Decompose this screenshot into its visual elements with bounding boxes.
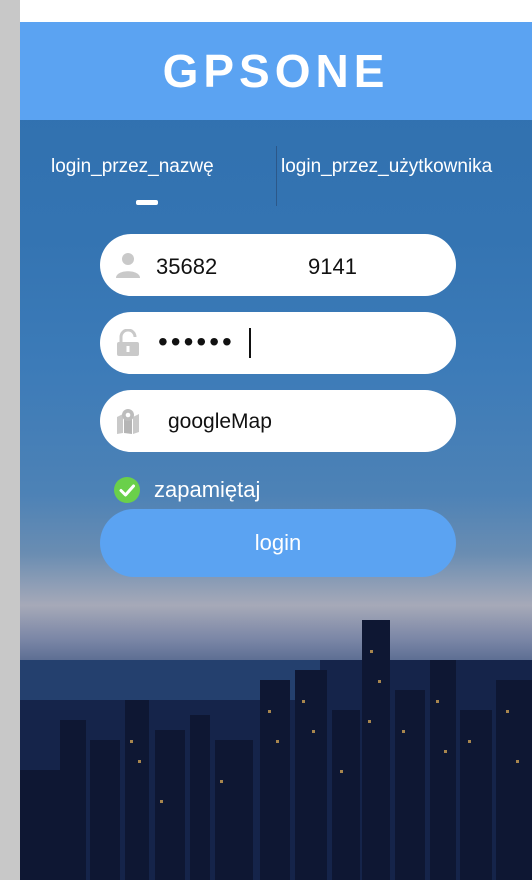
text-caret	[249, 328, 251, 358]
tab-login-by-name[interactable]: login_przez_nazwę	[51, 156, 214, 178]
frame-left	[0, 0, 20, 880]
frame-bottom	[0, 880, 532, 890]
remember-me[interactable]: zapamiętaj	[114, 474, 260, 506]
password-masked-value: ••••••	[158, 326, 235, 357]
map-type-value: googleMap	[168, 410, 272, 433]
login-screen: GPSONE login_przez_nazwę login_przez_uży…	[20, 22, 532, 880]
remember-label: zapamiętaj	[154, 477, 261, 502]
user-icon	[116, 253, 140, 278]
map-type-field[interactable]: googleMap	[100, 390, 456, 452]
username-value-part1: 35682	[156, 254, 218, 279]
username-value-part2: 9141	[308, 254, 357, 279]
app-header: GPSONE	[20, 22, 532, 120]
city-skyline-background	[20, 620, 532, 880]
app-title: GPSONE	[162, 45, 390, 97]
check-circle-icon[interactable]	[114, 477, 140, 503]
tab-divider	[276, 146, 277, 206]
frame-top	[0, 0, 532, 22]
login-button[interactable]: login	[100, 509, 456, 577]
lock-icon	[117, 329, 139, 356]
password-field[interactable]: ••••••	[100, 312, 456, 374]
active-tab-indicator	[136, 200, 158, 205]
map-pin-icon	[117, 409, 139, 434]
login-tabs: login_przez_nazwę login_przez_użytkownik…	[20, 140, 532, 220]
username-field[interactable]: 35682 9141	[100, 234, 456, 296]
tab-login-by-user[interactable]: login_przez_użytkownika	[281, 156, 492, 178]
